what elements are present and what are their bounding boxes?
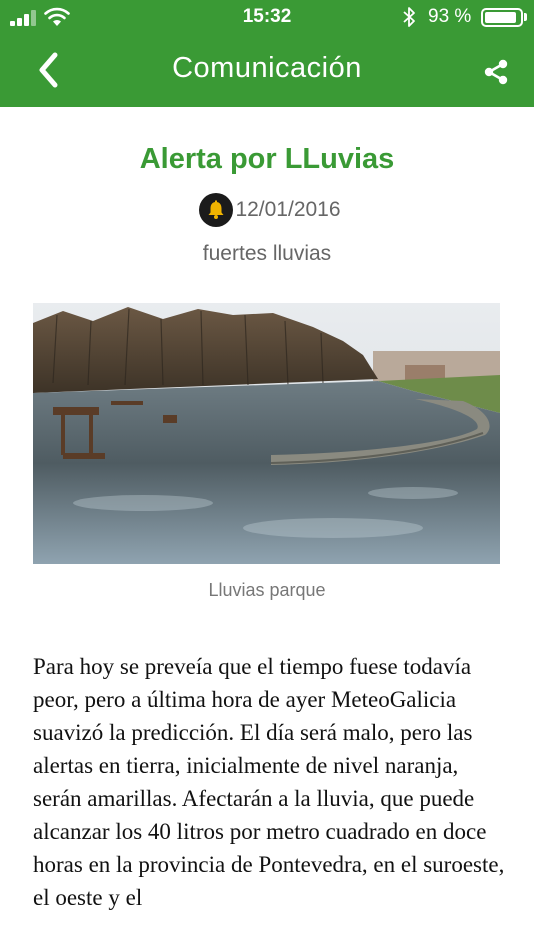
article-body: Para hoy se preveía que el tiempo fuese …	[33, 654, 505, 910]
article-title: Alerta por LLuvias	[139, 143, 395, 175]
article-subtitle: fuertes lluvias	[202, 242, 332, 265]
status-bar: 15:32 93 %	[0, 0, 534, 36]
battery-icon	[481, 8, 523, 27]
article-photo	[33, 303, 500, 564]
image-caption: Lluvias parque	[208, 580, 326, 600]
bell-icon	[199, 193, 234, 227]
app-header: 15:32 93 % Comunicación	[0, 0, 534, 107]
bluetooth-icon	[403, 7, 415, 27]
battery-tip	[524, 13, 527, 21]
nav-title: Comunicación	[172, 52, 362, 84]
battery-level-fill	[485, 12, 517, 23]
article-date: 12/01/2016	[235, 198, 341, 221]
share-icon	[484, 59, 508, 85]
navigation-bar: Comunicación	[0, 36, 534, 107]
share-button[interactable]	[480, 56, 512, 88]
battery-percent: 93 %	[428, 6, 472, 27]
article-meta: 12/01/2016	[0, 193, 534, 227]
